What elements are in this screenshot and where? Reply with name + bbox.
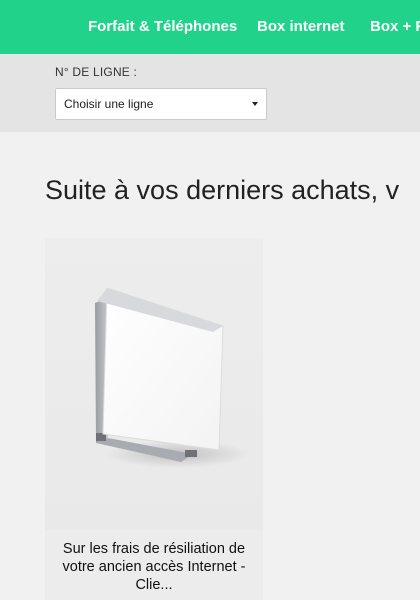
internet-box-icon <box>95 287 249 468</box>
offer-card[interactable]: Sur les frais de résiliation de votre an… <box>45 238 263 600</box>
offer-card-description: Sur les frais de résiliation de votre an… <box>62 541 246 593</box>
section-heading: Suite à vos derniers achats, v <box>45 175 400 205</box>
line-selector-bar: N° DE LIGNE : Choisir une ligne <box>0 54 420 132</box>
nav-item-forfait-telephones[interactable]: Forfait & Téléphones <box>88 0 237 54</box>
nav-item-box-internet[interactable]: Box internet <box>257 0 345 54</box>
line-select-dropdown[interactable]: Choisir une ligne <box>55 88 267 120</box>
top-navigation: Forfait & Téléphones Box internet Box + … <box>0 0 420 54</box>
nav-item-box-plus[interactable]: Box + F <box>370 0 420 54</box>
line-select-value: Choisir une ligne <box>64 97 154 111</box>
offer-card-image <box>45 238 263 530</box>
chevron-down-icon <box>252 102 258 106</box>
line-number-label: N° DE LIGNE : <box>55 65 138 79</box>
